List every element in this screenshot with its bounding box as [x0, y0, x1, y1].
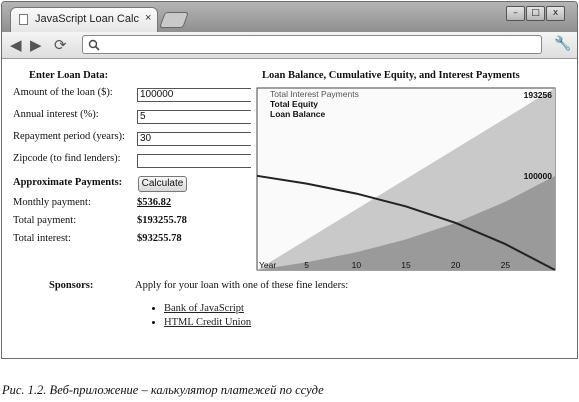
- payments-header: Approximate Payments:: [13, 177, 123, 188]
- calculate-button[interactable]: Calculate: [138, 176, 187, 192]
- total-label: Total payment:: [13, 215, 77, 226]
- browser-toolbar: ◀ ▶ ⟳ 🔧: [2, 32, 577, 59]
- x-tick-label: 15: [401, 260, 411, 270]
- total-value: $193255.78: [137, 215, 187, 226]
- interest-total-label: Total interest:: [13, 233, 71, 244]
- y-tick-label: 100000: [524, 171, 553, 181]
- form-header: Enter Loan Data:: [29, 70, 109, 81]
- figure-caption: Рис. 1.2. Веб-приложение – калькулятор п…: [2, 383, 324, 397]
- list-item: HTML Credit Union: [164, 317, 251, 328]
- x-tick-label: Year: [259, 260, 276, 270]
- y-tick-label: 193256: [524, 90, 553, 100]
- search-icon: [88, 39, 100, 51]
- legend-entry: Loan Balance: [270, 109, 326, 119]
- period-label: Repayment period (years):: [13, 131, 125, 142]
- forward-icon[interactable]: ▶: [30, 36, 42, 54]
- x-tick-label: 20: [451, 260, 461, 270]
- chart-title: Loan Balance, Cumulative Equity, and Int…: [262, 70, 520, 81]
- list-item: Bank of JavaScript: [164, 303, 251, 314]
- x-tick-label: 5: [304, 260, 309, 270]
- amount-input[interactable]: 100000: [137, 88, 251, 102]
- loan-chart: Total Interest PaymentsTotal EquityLoan …: [256, 87, 556, 271]
- zipcode-input[interactable]: [137, 154, 251, 168]
- browser-tab[interactable]: JavaScript Loan Calc... ×: [10, 7, 158, 32]
- page-icon: [19, 14, 28, 25]
- lender-link-bank-of-javascript[interactable]: Bank of JavaScript: [164, 303, 244, 314]
- sponsors-label: Sponsors:: [49, 280, 94, 291]
- x-tick-label: 10: [352, 260, 362, 270]
- lender-link-html-credit-union[interactable]: HTML Credit Union: [164, 317, 251, 328]
- period-input[interactable]: 30: [137, 132, 251, 146]
- lender-list: Bank of JavaScript HTML Credit Union: [148, 303, 251, 331]
- title-bar: JavaScript Loan Calc... × – □ x: [2, 2, 577, 32]
- back-icon[interactable]: ◀: [10, 36, 22, 54]
- close-window-button[interactable]: x: [546, 6, 565, 21]
- monthly-value: $536.82: [137, 197, 172, 208]
- reload-icon[interactable]: ⟳: [54, 36, 67, 54]
- legend-entry: Total Interest Payments: [270, 89, 359, 99]
- page-content: Enter Loan Data: Amount of the loan ($):…: [2, 59, 577, 358]
- minimize-button[interactable]: –: [506, 6, 525, 21]
- monthly-label: Monthly payment:: [13, 197, 91, 208]
- x-tick-label: 25: [501, 260, 511, 270]
- interest-total-value: $93255.78: [137, 233, 182, 244]
- maximize-button[interactable]: □: [526, 6, 545, 21]
- legend-entry: Total Equity: [270, 99, 318, 109]
- zipcode-label: Zipcode (to find lenders):: [13, 153, 121, 164]
- browser-window: JavaScript Loan Calc... × – □ x ◀ ▶ ⟳ 🔧 …: [1, 1, 578, 359]
- tab-title: JavaScript Loan Calc...: [35, 13, 139, 25]
- new-tab-button[interactable]: [159, 12, 189, 28]
- interest-input[interactable]: 5: [137, 110, 251, 124]
- wrench-icon[interactable]: 🔧: [554, 36, 571, 52]
- sponsors-intro: Apply for your loan with one of these fi…: [135, 280, 349, 291]
- interest-label: Annual interest (%):: [13, 109, 99, 120]
- tab-close-icon[interactable]: ×: [145, 12, 151, 24]
- amount-label: Amount of the loan ($):: [13, 87, 113, 98]
- address-bar[interactable]: [82, 35, 542, 54]
